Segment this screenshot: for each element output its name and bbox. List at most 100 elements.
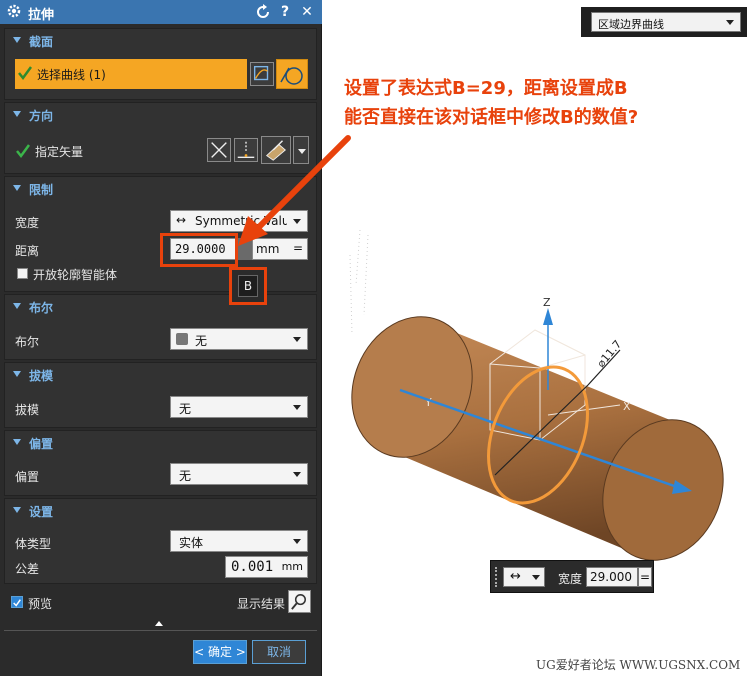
collapse-up-icon[interactable] — [155, 621, 163, 626]
open-profile-label: 开放轮廓智能体 — [33, 268, 118, 282]
sketch-section-button[interactable] — [250, 62, 274, 86]
reverse-direction-icon — [211, 142, 227, 158]
float-formula-button[interactable]: = — [638, 567, 652, 587]
chevron-down-icon — [293, 472, 301, 477]
offset-dropdown[interactable]: 无 — [170, 463, 308, 485]
expression-tooltip-highlight: B — [229, 267, 267, 305]
collapse-triangle-icon — [13, 371, 21, 377]
expression-tooltip: B — [238, 275, 258, 297]
preview-checkbox[interactable] — [11, 596, 23, 608]
magnifier-icon — [291, 594, 306, 610]
show-result-button[interactable] — [288, 590, 311, 613]
symmetric-icon: ↔ — [510, 569, 521, 584]
section-limits-title: 限制 — [29, 183, 54, 197]
symmetric-type-dropdown[interactable]: ↔ — [503, 567, 545, 587]
section-profile-title: 截面 — [29, 35, 54, 49]
body-type-dropdown[interactable]: 实体 — [170, 530, 308, 552]
x-axis-label: X — [623, 400, 631, 413]
collapse-triangle-icon — [13, 303, 21, 309]
draft-label: 拔模 — [15, 403, 40, 417]
boolean-dropdown[interactable]: 无 — [170, 328, 308, 350]
offset-label: 偏置 — [15, 470, 40, 484]
show-result-label: 显示结果 — [237, 597, 286, 611]
float-width-input[interactable]: 29.000 — [586, 567, 638, 587]
draft-dropdown-value: 无 — [179, 402, 192, 416]
distance-highlight-box — [160, 233, 238, 267]
draft-dropdown[interactable]: 无 — [170, 396, 308, 418]
chevron-down-icon — [293, 405, 301, 410]
annotation-line-2: 能否直接在该对话框中修改B的数值? — [344, 107, 639, 128]
chevron-down-icon — [293, 539, 301, 544]
dialog-title: 拉伸 — [28, 8, 55, 23]
select-curve-label: 选择曲线 (1) — [37, 68, 106, 82]
body-type-dropdown-value: 实体 — [179, 536, 204, 550]
curve-icon — [280, 67, 303, 85]
section-settings-header[interactable]: 设置 — [5, 499, 316, 521]
ok-button[interactable]: < 确定 > — [193, 640, 247, 664]
section-profile-header[interactable]: 截面 — [5, 29, 316, 51]
cylinder-preview: Z Y X ⌀11.7 — [351, 296, 724, 561]
tolerance-value: 0.001 — [231, 559, 274, 575]
boolean-none-icon — [176, 333, 188, 345]
section-boolean: 布尔 布尔 无 — [4, 294, 317, 360]
open-profile-checkbox[interactable] — [17, 268, 28, 279]
cancel-button[interactable]: 取消 — [252, 640, 306, 664]
section-boolean-header[interactable]: 布尔 — [5, 295, 316, 317]
section-draft-header[interactable]: 拔模 — [5, 363, 316, 385]
drag-handle[interactable] — [495, 567, 499, 587]
tolerance-label: 公差 — [15, 562, 40, 576]
panel-divider — [4, 630, 317, 631]
section-draft: 拔模 拔模 无 — [4, 362, 317, 428]
dialog-titlebar: 拉伸 ? ✕ — [0, 0, 322, 24]
help-button[interactable]: ? — [276, 2, 294, 22]
section-settings-title: 设置 — [29, 505, 54, 519]
tolerance-input[interactable]: 0.001 mm — [225, 556, 308, 578]
boolean-label: 布尔 — [15, 335, 40, 349]
z-axis-arrow-icon — [543, 308, 553, 325]
symmetric-icon: ↔ — [176, 213, 187, 227]
section-draft-title: 拔模 — [29, 369, 54, 383]
chevron-down-icon — [532, 575, 540, 580]
z-axis-label: Z — [543, 296, 551, 309]
reset-icon[interactable] — [255, 4, 271, 20]
preview-label: 预览 — [28, 597, 53, 611]
close-button[interactable]: ✕ — [298, 2, 316, 22]
collapse-triangle-icon — [13, 439, 21, 445]
select-curve-row[interactable]: 选择曲线 (1) — [15, 59, 247, 89]
annotation-line-1: 设置了表达式B=29，距离设置成B — [344, 78, 628, 99]
boolean-dropdown-value: 无 — [195, 334, 208, 348]
gear-icon[interactable] — [6, 3, 22, 19]
collapse-triangle-icon — [13, 37, 21, 43]
chevron-down-icon — [293, 337, 301, 342]
checkmark-icon — [13, 599, 21, 607]
offset-dropdown-value: 无 — [179, 469, 192, 483]
region-boundary-toolbar: 区域边界曲线 — [581, 7, 747, 37]
checkmark-icon — [18, 66, 33, 81]
diameter-label: ⌀11.7 — [594, 338, 624, 370]
reverse-direction-button[interactable] — [207, 138, 231, 162]
checkmark-icon — [16, 144, 31, 159]
region-boundary-value: 区域边界曲线 — [598, 18, 664, 31]
collapse-triangle-icon — [13, 185, 21, 191]
body-type-label: 体类型 — [15, 537, 52, 551]
float-width-label: 宽度 — [558, 572, 583, 586]
section-offset-header[interactable]: 偏置 — [5, 431, 316, 453]
tolerance-unit: mm — [281, 560, 303, 573]
section-settings: 设置 体类型 实体 公差 0.001 mm — [4, 498, 317, 584]
collapse-triangle-icon — [13, 507, 21, 513]
curve-select-button[interactable] — [276, 59, 308, 89]
extrude-dialog: 拉伸 ? ✕ 截面 选择曲线 (1) 方向 指定矢量 限制 宽度 ↔ Symme… — [0, 0, 322, 676]
section-direction-header[interactable]: 方向 — [5, 103, 316, 125]
section-offset-title: 偏置 — [29, 437, 54, 451]
chevron-down-icon — [726, 20, 734, 25]
section-direction-title: 方向 — [29, 109, 54, 123]
region-boundary-dropdown[interactable]: 区域边界曲线 — [591, 12, 741, 32]
width-label: 宽度 — [15, 216, 40, 230]
on-screen-width-toolbar: ↔ 宽度 29.000 = — [490, 560, 654, 593]
expression-tooltip-text: B — [243, 279, 253, 293]
section-boolean-title: 布尔 — [29, 301, 54, 315]
sketch-icon — [253, 65, 269, 81]
specify-vector-label: 指定矢量 — [35, 145, 84, 159]
collapse-triangle-icon — [13, 111, 21, 117]
section-profile: 截面 选择曲线 (1) — [4, 28, 317, 100]
